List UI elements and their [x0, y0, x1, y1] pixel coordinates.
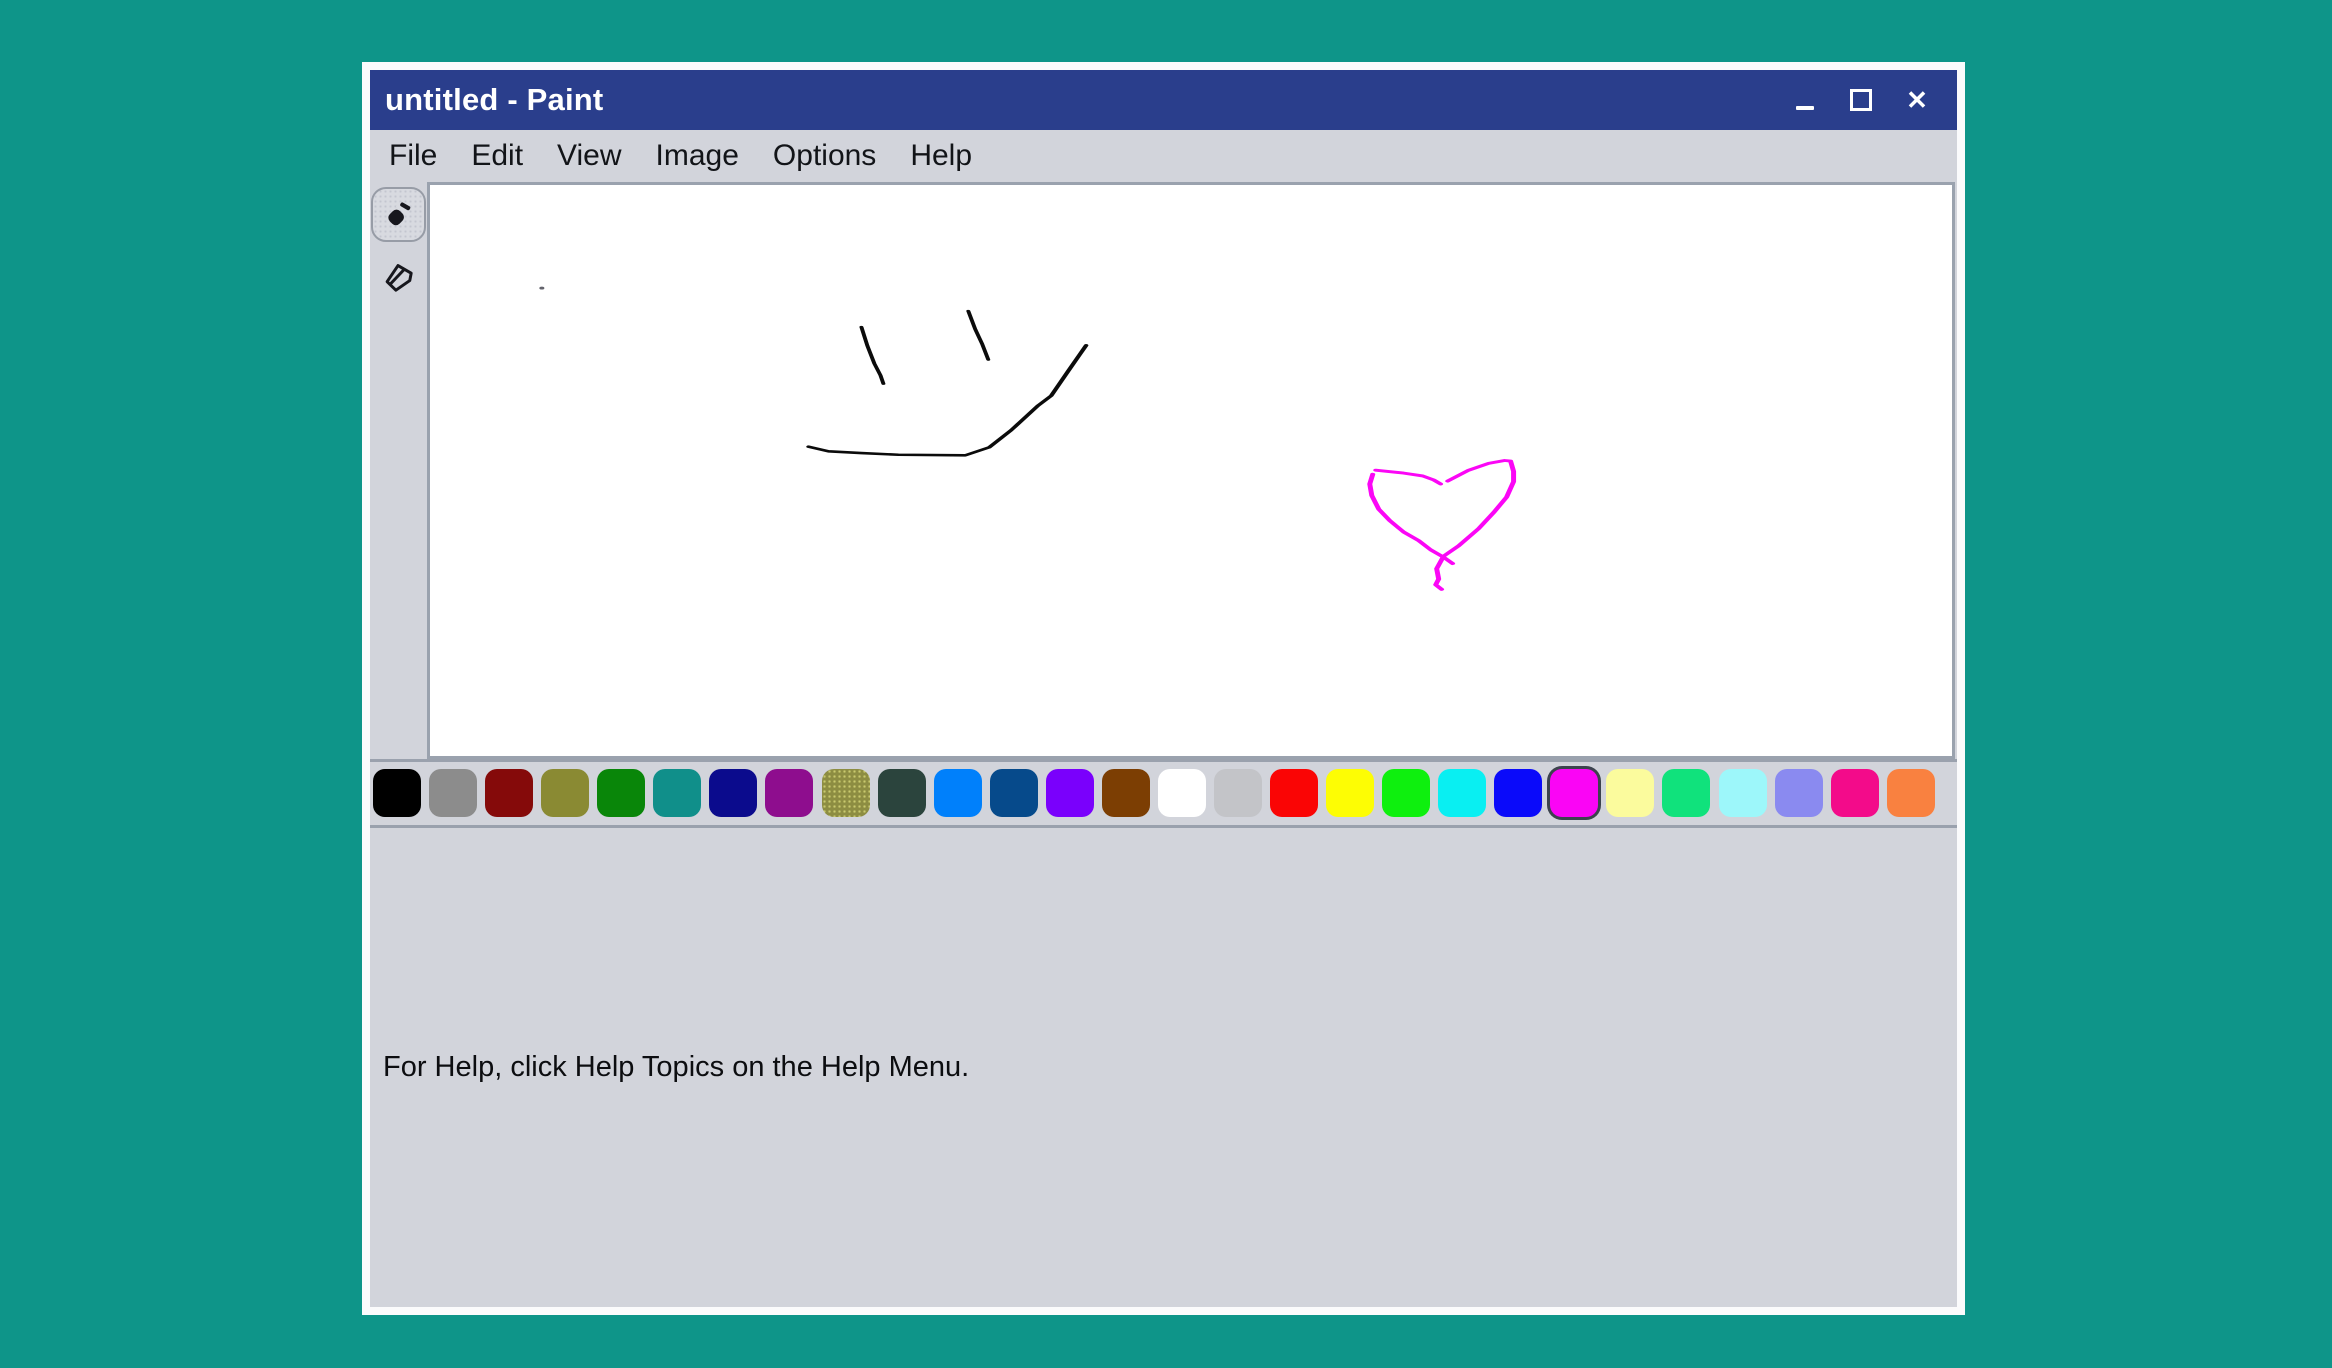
- palette-swatch-dark-slate[interactable]: [878, 769, 926, 817]
- status-bar: For Help, click Help Topics on the Help …: [370, 828, 1957, 1307]
- stray-dot: [539, 287, 544, 290]
- palette-swatch-purple[interactable]: [765, 769, 813, 817]
- menu-item-view[interactable]: View: [540, 139, 638, 173]
- palette-swatch-white[interactable]: [1158, 769, 1206, 817]
- palette-swatch-gray[interactable]: [429, 769, 477, 817]
- menu-bar: FileEditViewImageOptionsHelp: [370, 130, 1957, 182]
- stroke-heart-right-side-and-tail: [1436, 460, 1514, 589]
- eraser-tool-button[interactable]: [371, 250, 426, 305]
- canvas-drawing: [430, 185, 1952, 756]
- palette-swatch-blue[interactable]: [1494, 769, 1542, 817]
- palette-swatch-dark-red[interactable]: [485, 769, 533, 817]
- minimize-icon: [1796, 106, 1814, 110]
- pencil-icon: [382, 198, 416, 232]
- palette-swatch-navy[interactable]: [709, 769, 757, 817]
- menu-item-file[interactable]: File: [372, 139, 454, 173]
- work-area: [370, 182, 1957, 762]
- stroke-heart-top-left-lobe: [1376, 470, 1441, 484]
- palette-swatch-teal[interactable]: [653, 769, 701, 817]
- palette-swatch-periwinkle[interactable]: [1775, 769, 1823, 817]
- window-controls: ✕: [1793, 83, 1929, 117]
- palette-swatch-deep-pink[interactable]: [1831, 769, 1879, 817]
- palette-swatch-yellow[interactable]: [1326, 769, 1374, 817]
- status-text: For Help, click Help Topics on the Help …: [383, 1051, 969, 1084]
- close-icon: ✕: [1906, 87, 1928, 113]
- tool-palette: [370, 182, 427, 759]
- maximize-icon: [1850, 89, 1872, 111]
- palette-swatch-silver[interactable]: [1214, 769, 1262, 817]
- pencil-tool-button[interactable]: [371, 187, 426, 242]
- palette-swatch-lime[interactable]: [1382, 769, 1430, 817]
- palette-swatch-light-cyan[interactable]: [1719, 769, 1767, 817]
- close-button[interactable]: ✕: [1905, 83, 1929, 117]
- palette-swatch-azure[interactable]: [934, 769, 982, 817]
- palette-swatch-dark-yellow-dotted[interactable]: [822, 769, 870, 817]
- palette-swatch-magenta[interactable]: [1550, 769, 1598, 817]
- palette-swatch-violet[interactable]: [1046, 769, 1094, 817]
- palette-swatch-brown[interactable]: [1102, 769, 1150, 817]
- menu-item-options[interactable]: Options: [756, 139, 893, 173]
- maximize-button[interactable]: [1849, 83, 1873, 117]
- eraser-icon: [382, 261, 416, 295]
- minimize-button[interactable]: [1793, 83, 1817, 117]
- palette-swatch-light-yellow[interactable]: [1606, 769, 1654, 817]
- palette-swatch-steel-blue[interactable]: [990, 769, 1038, 817]
- palette-swatch-spring-green[interactable]: [1662, 769, 1710, 817]
- menu-item-help[interactable]: Help: [893, 139, 989, 173]
- palette-swatch-green[interactable]: [597, 769, 645, 817]
- drawing-canvas[interactable]: [427, 182, 1955, 759]
- palette-swatch-olive[interactable]: [541, 769, 589, 817]
- menu-item-image[interactable]: Image: [639, 139, 756, 173]
- desktop: { "window": { "title": "untitled - Paint…: [0, 0, 2332, 1368]
- stroke-left-eye: [861, 327, 883, 384]
- stroke-heart-left-side: [1370, 474, 1453, 563]
- title-bar[interactable]: untitled - Paint ✕: [370, 70, 1957, 130]
- color-palette: [370, 762, 1957, 828]
- paint-window: untitled - Paint ✕ FileEditViewImageOpti…: [362, 62, 1965, 1315]
- window-title: untitled - Paint: [385, 82, 603, 118]
- menu-item-edit[interactable]: Edit: [454, 139, 540, 173]
- palette-swatch-coral[interactable]: [1887, 769, 1935, 817]
- palette-swatch-red[interactable]: [1270, 769, 1318, 817]
- stroke-smile: [809, 345, 1087, 455]
- palette-swatch-cyan[interactable]: [1438, 769, 1486, 817]
- stroke-right-eye: [968, 311, 988, 360]
- palette-swatch-black[interactable]: [373, 769, 421, 817]
